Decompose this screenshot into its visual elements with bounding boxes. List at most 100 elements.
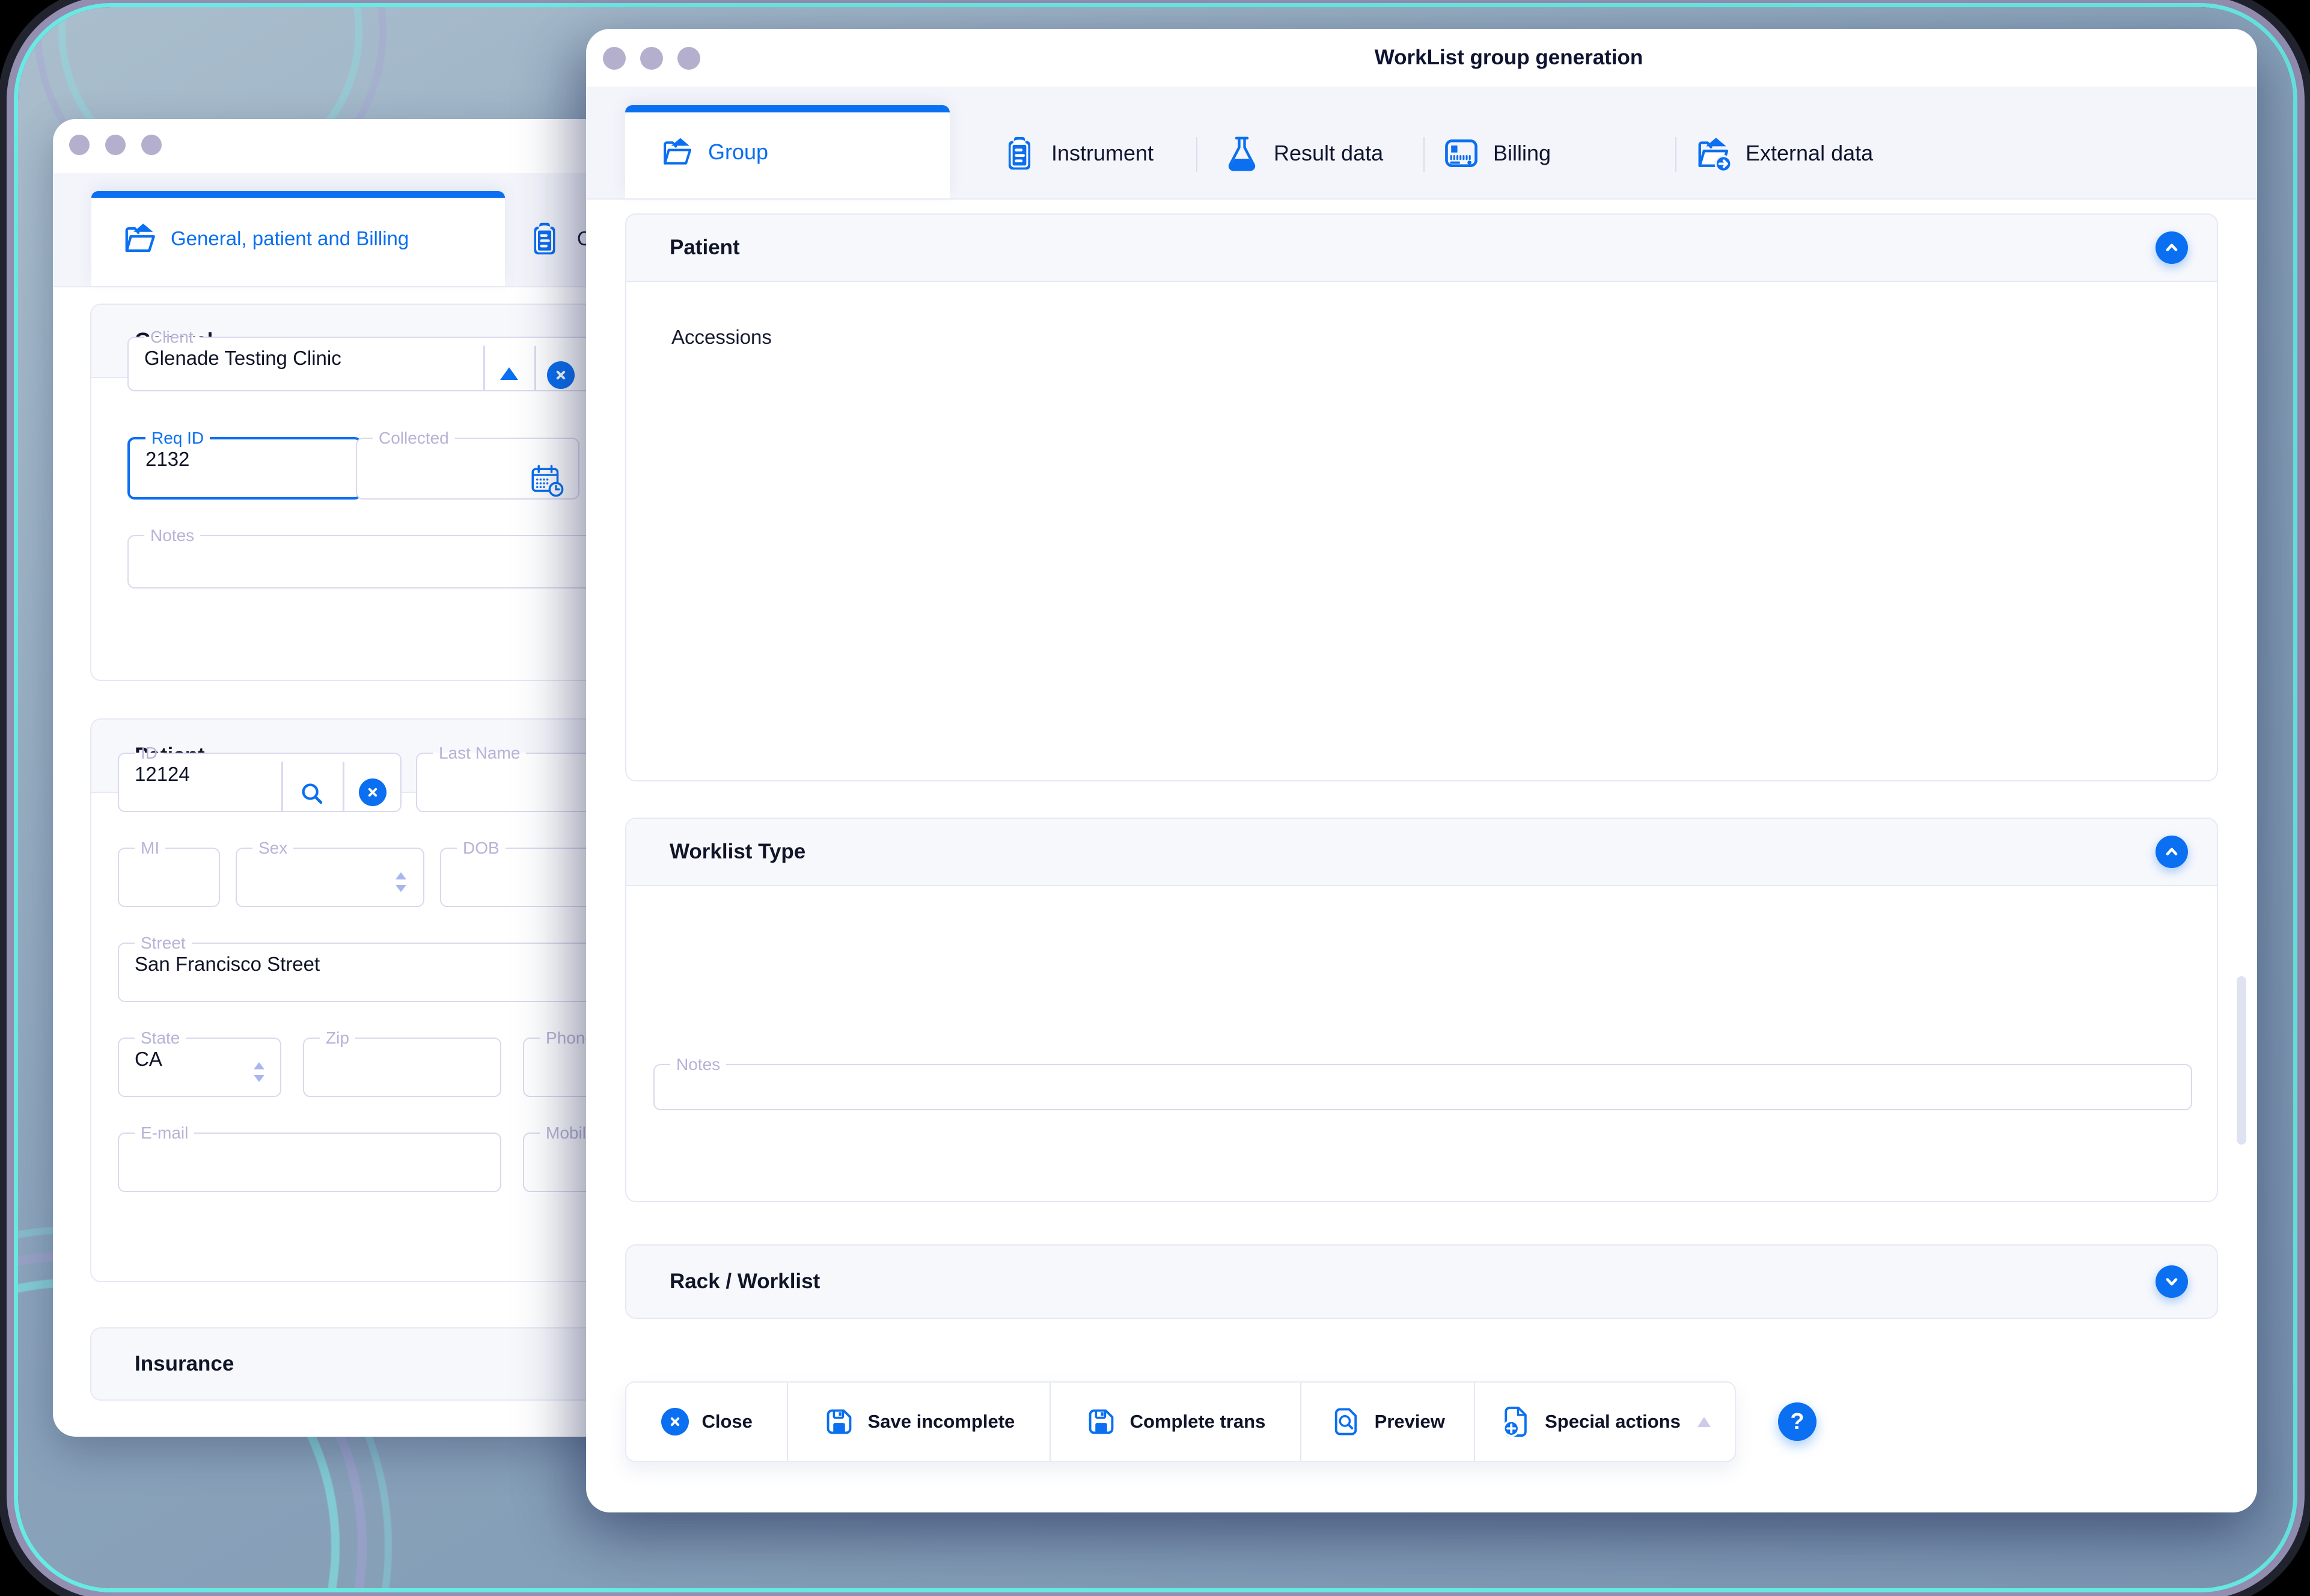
last-name-label: Last Name	[433, 745, 526, 762]
flask-icon	[1223, 135, 1260, 172]
state-field[interactable]: State CA	[118, 1030, 281, 1097]
expand-triangle-icon[interactable]	[500, 367, 518, 380]
document-plus-icon	[1499, 1405, 1532, 1438]
scrollbar-thumb[interactable]	[2237, 976, 2246, 1145]
folder-open-icon	[660, 135, 694, 169]
tab-label: External data	[1746, 141, 1873, 166]
window-control-close[interactable]	[603, 47, 626, 70]
spinner-up-icon[interactable]	[254, 1062, 264, 1069]
tab-group[interactable]: Group	[625, 105, 950, 198]
section-title: Insurance	[135, 1352, 234, 1376]
clear-client-button[interactable]	[547, 361, 575, 389]
action-toolbar: Close Save incomplete Complete trans Pre…	[625, 1381, 1736, 1462]
folder-arrow-icon	[1695, 135, 1732, 172]
id-value: 12124	[135, 763, 400, 786]
zip-label: Zip	[320, 1030, 355, 1047]
clipboard-icon	[1001, 135, 1038, 172]
section-title: Worklist Type	[670, 840, 805, 864]
street-label: Street	[135, 935, 192, 952]
divider	[281, 762, 283, 811]
section-rack-worklist: Rack / Worklist	[625, 1244, 2218, 1319]
special-actions-button[interactable]: Special actions	[1475, 1383, 1735, 1461]
tab-billing[interactable]: Billing	[1443, 135, 1551, 172]
window-control-minimize[interactable]	[640, 47, 663, 70]
window-control-close[interactable]	[69, 135, 90, 155]
collapse-worklist-type-button[interactable]	[2156, 836, 2188, 868]
tab-label: General, patient and Billing	[171, 227, 409, 250]
req-id-field[interactable]: Req ID 2132	[127, 430, 362, 500]
special-actions-label: Special actions	[1545, 1411, 1681, 1432]
window-control-minimize[interactable]	[105, 135, 126, 155]
clipboard-icon	[527, 221, 563, 257]
dob-label: DOB	[457, 840, 506, 857]
email-label: E-mail	[135, 1125, 194, 1142]
spinner-down-icon[interactable]	[396, 885, 406, 892]
document-magnifier-icon	[1330, 1406, 1361, 1437]
tab-label: Instrument	[1051, 141, 1153, 166]
req-id-label: Req ID	[145, 430, 210, 447]
id-label: ID	[135, 745, 163, 762]
email-field[interactable]: E-mail	[118, 1125, 501, 1192]
floppy-icon	[1086, 1406, 1117, 1437]
tab-divider	[1675, 137, 1676, 172]
sex-field[interactable]: Sex	[236, 840, 424, 907]
complete-trans-label: Complete trans	[1130, 1411, 1266, 1432]
clear-patient-id-button[interactable]	[359, 778, 387, 806]
sex-spinner[interactable]	[396, 872, 406, 892]
sex-label: Sex	[252, 840, 293, 857]
divider	[483, 346, 485, 390]
screenshot-stage: General, patient and Billing O General C…	[0, 0, 2310, 1596]
expand-rack-worklist-button[interactable]	[2156, 1265, 2188, 1298]
collected-field[interactable]: Collected	[356, 430, 579, 500]
mi-field[interactable]: MI	[118, 840, 220, 907]
collapse-patient-button[interactable]	[2156, 231, 2188, 264]
chevron-up-icon	[2162, 237, 2182, 258]
divider	[534, 346, 536, 390]
calendar-clock-icon[interactable]	[529, 462, 565, 498]
patient-id-field[interactable]: ID 12124	[118, 745, 402, 812]
chevron-down-icon	[2162, 1271, 2182, 1292]
tab-partial[interactable]: O	[527, 220, 593, 257]
spinner-up-icon[interactable]	[396, 872, 406, 879]
save-incomplete-label: Save incomplete	[868, 1411, 1015, 1432]
menu-up-triangle-icon	[1697, 1417, 1711, 1427]
req-id-value: 2132	[145, 448, 359, 471]
close-button[interactable]: Close	[626, 1383, 788, 1461]
client-label: Client	[144, 329, 200, 346]
x-icon	[667, 1414, 683, 1429]
mi-label: MI	[135, 840, 165, 857]
divider	[343, 762, 344, 811]
section-title: Rack / Worklist	[670, 1270, 820, 1294]
zip-field[interactable]: Zip	[303, 1030, 501, 1097]
tab-label: Result data	[1274, 141, 1383, 166]
folder-open-icon	[121, 221, 157, 257]
x-icon	[553, 367, 569, 383]
help-button[interactable]: ?	[1778, 1402, 1817, 1441]
window-title: WorkList group generation	[1375, 46, 1643, 70]
notes-label: Notes	[670, 1056, 726, 1073]
preview-button[interactable]: Preview	[1301, 1383, 1475, 1461]
tab-divider	[1196, 137, 1197, 172]
worklist-notes-field[interactable]: Notes	[653, 1056, 2192, 1110]
chevron-up-icon	[2162, 842, 2182, 862]
tab-divider	[1423, 137, 1425, 172]
billing-machine-icon	[1443, 135, 1480, 172]
x-icon	[365, 784, 380, 800]
tab-result-data[interactable]: Result data	[1223, 135, 1383, 172]
spinner-down-icon[interactable]	[254, 1075, 264, 1082]
state-spinner[interactable]	[254, 1062, 264, 1082]
window-control-zoom[interactable]	[141, 135, 162, 155]
complete-trans-button[interactable]: Complete trans	[1051, 1383, 1301, 1461]
tab-label: Billing	[1493, 141, 1551, 166]
tab-external-data[interactable]: External data	[1695, 135, 1873, 172]
section-worklist-type: Worklist Type Notes	[625, 818, 2218, 1202]
notes-label: Notes	[144, 527, 200, 544]
section-title: Patient	[670, 236, 740, 260]
tab-general-patient-billing[interactable]: General, patient and Billing	[91, 191, 505, 286]
search-icon[interactable]	[298, 780, 326, 807]
tab-instrument[interactable]: Instrument	[1001, 135, 1153, 172]
window-control-zoom[interactable]	[677, 47, 700, 70]
accessions-label: Accessions	[671, 326, 772, 349]
close-label: Close	[702, 1411, 753, 1432]
save-incomplete-button[interactable]: Save incomplete	[788, 1383, 1051, 1461]
